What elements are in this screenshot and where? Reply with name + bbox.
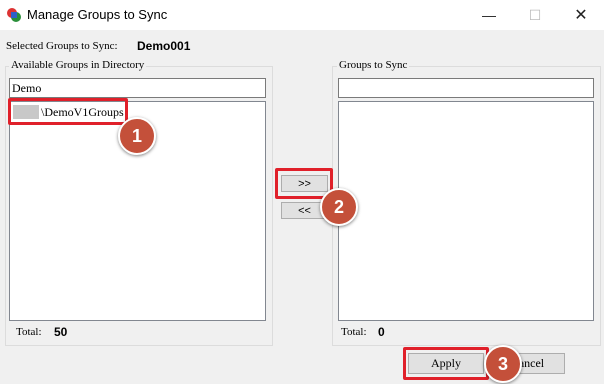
available-groups-label: Available Groups in Directory	[9, 59, 147, 71]
step-badge-1: 1	[118, 117, 156, 155]
close-button[interactable]: ✕	[558, 0, 604, 30]
sync-filter-input[interactable]	[338, 78, 594, 98]
available-filter-value: Demo	[12, 81, 42, 95]
available-total-label: Total:	[16, 326, 42, 338]
window-title: Manage Groups to Sync	[27, 7, 168, 22]
sync-total-label: Total:	[341, 326, 367, 338]
maximize-button[interactable]: ☐	[512, 0, 558, 30]
selected-groups-value: Demo001	[137, 39, 191, 53]
selected-groups-label: Selected Groups to Sync:	[6, 40, 118, 52]
highlight-box-3	[403, 347, 489, 380]
sync-total-value: 0	[378, 325, 385, 339]
step-badge-2: 2	[320, 188, 358, 226]
title-bar: Manage Groups to Sync — ☐ ✕	[0, 0, 604, 30]
step-badge-3: 3	[484, 345, 522, 383]
minimize-button[interactable]: —	[466, 0, 512, 30]
groups-to-sync-list[interactable]	[338, 101, 594, 321]
app-icon	[7, 8, 21, 22]
available-filter-input[interactable]: Demo	[9, 78, 266, 98]
groups-to-sync-label: Groups to Sync	[337, 59, 410, 71]
highlight-box-1	[8, 98, 128, 125]
available-total-value: 50	[54, 325, 68, 339]
